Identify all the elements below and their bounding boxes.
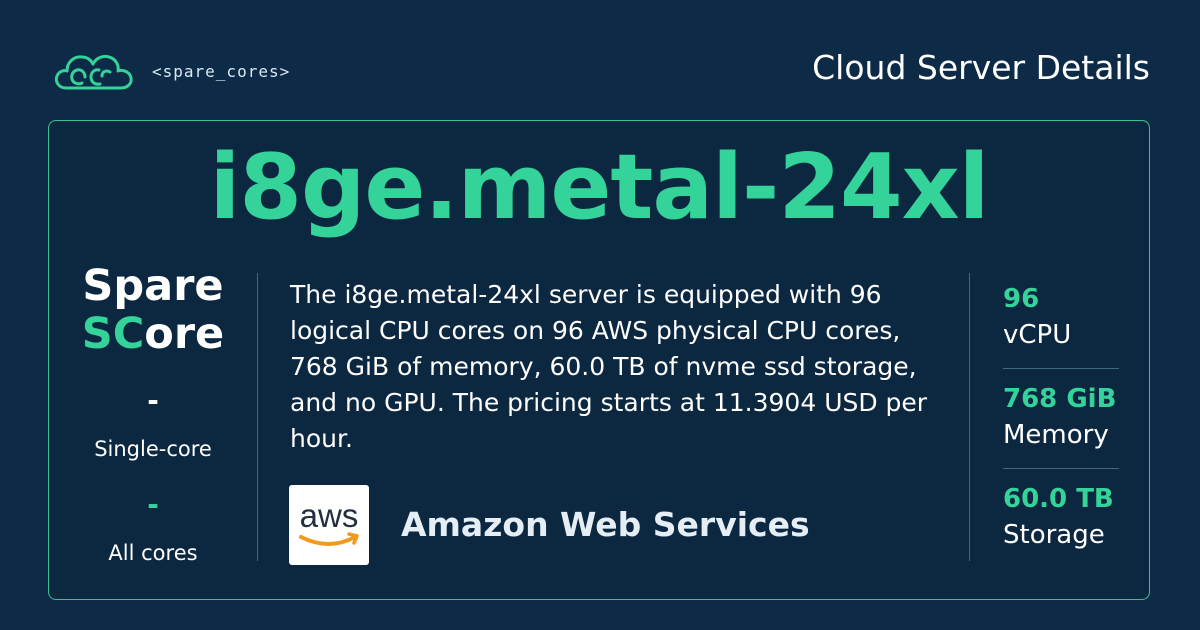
spare-score-logo-line2: SCore	[49, 313, 257, 356]
single-core-score: -	[147, 384, 159, 417]
server-description: The i8ge.metal-24xl server is equipped w…	[290, 280, 928, 453]
aws-logo-text: aws	[300, 497, 359, 534]
spec-memory: 768 GiB Memory	[1003, 381, 1119, 453]
spec-vcpu-value: 96	[1003, 284, 1040, 314]
aws-logo-icon: aws	[289, 485, 369, 565]
spec-divider	[1003, 368, 1119, 369]
spec-vcpu: 96 vCPU	[1003, 281, 1119, 353]
spec-vcpu-label: vCPU	[1003, 320, 1072, 350]
spare-score-logo-ore: ore	[144, 309, 225, 359]
server-name: i8ge.metal-24xl	[209, 135, 989, 240]
all-cores-label: All cores	[108, 541, 198, 565]
spec-storage-label: Storage	[1003, 520, 1105, 550]
right-divider	[969, 273, 970, 561]
spare-score-logo-sc: SC	[81, 309, 145, 359]
spec-storage-value: 60.0 TB	[1003, 484, 1114, 514]
spare-cores-logo-icon	[52, 50, 134, 94]
spec-storage: 60.0 TB Storage	[1003, 481, 1119, 553]
left-divider	[257, 273, 258, 561]
server-card: i8ge.metal-24xl Spare SCore - Single-cor…	[48, 120, 1150, 600]
spec-memory-value: 768 GiB	[1003, 384, 1117, 414]
spec-divider	[1003, 468, 1119, 469]
single-core-label: Single-core	[94, 437, 212, 461]
spec-memory-label: Memory	[1003, 420, 1109, 450]
brand-name: <spare_cores>	[152, 62, 291, 81]
spare-score-logo-line1: Spare	[82, 261, 224, 311]
all-cores-score: -	[147, 488, 159, 521]
page-title: Cloud Server Details	[812, 48, 1150, 87]
vendor-name: Amazon Web Services	[401, 505, 810, 544]
